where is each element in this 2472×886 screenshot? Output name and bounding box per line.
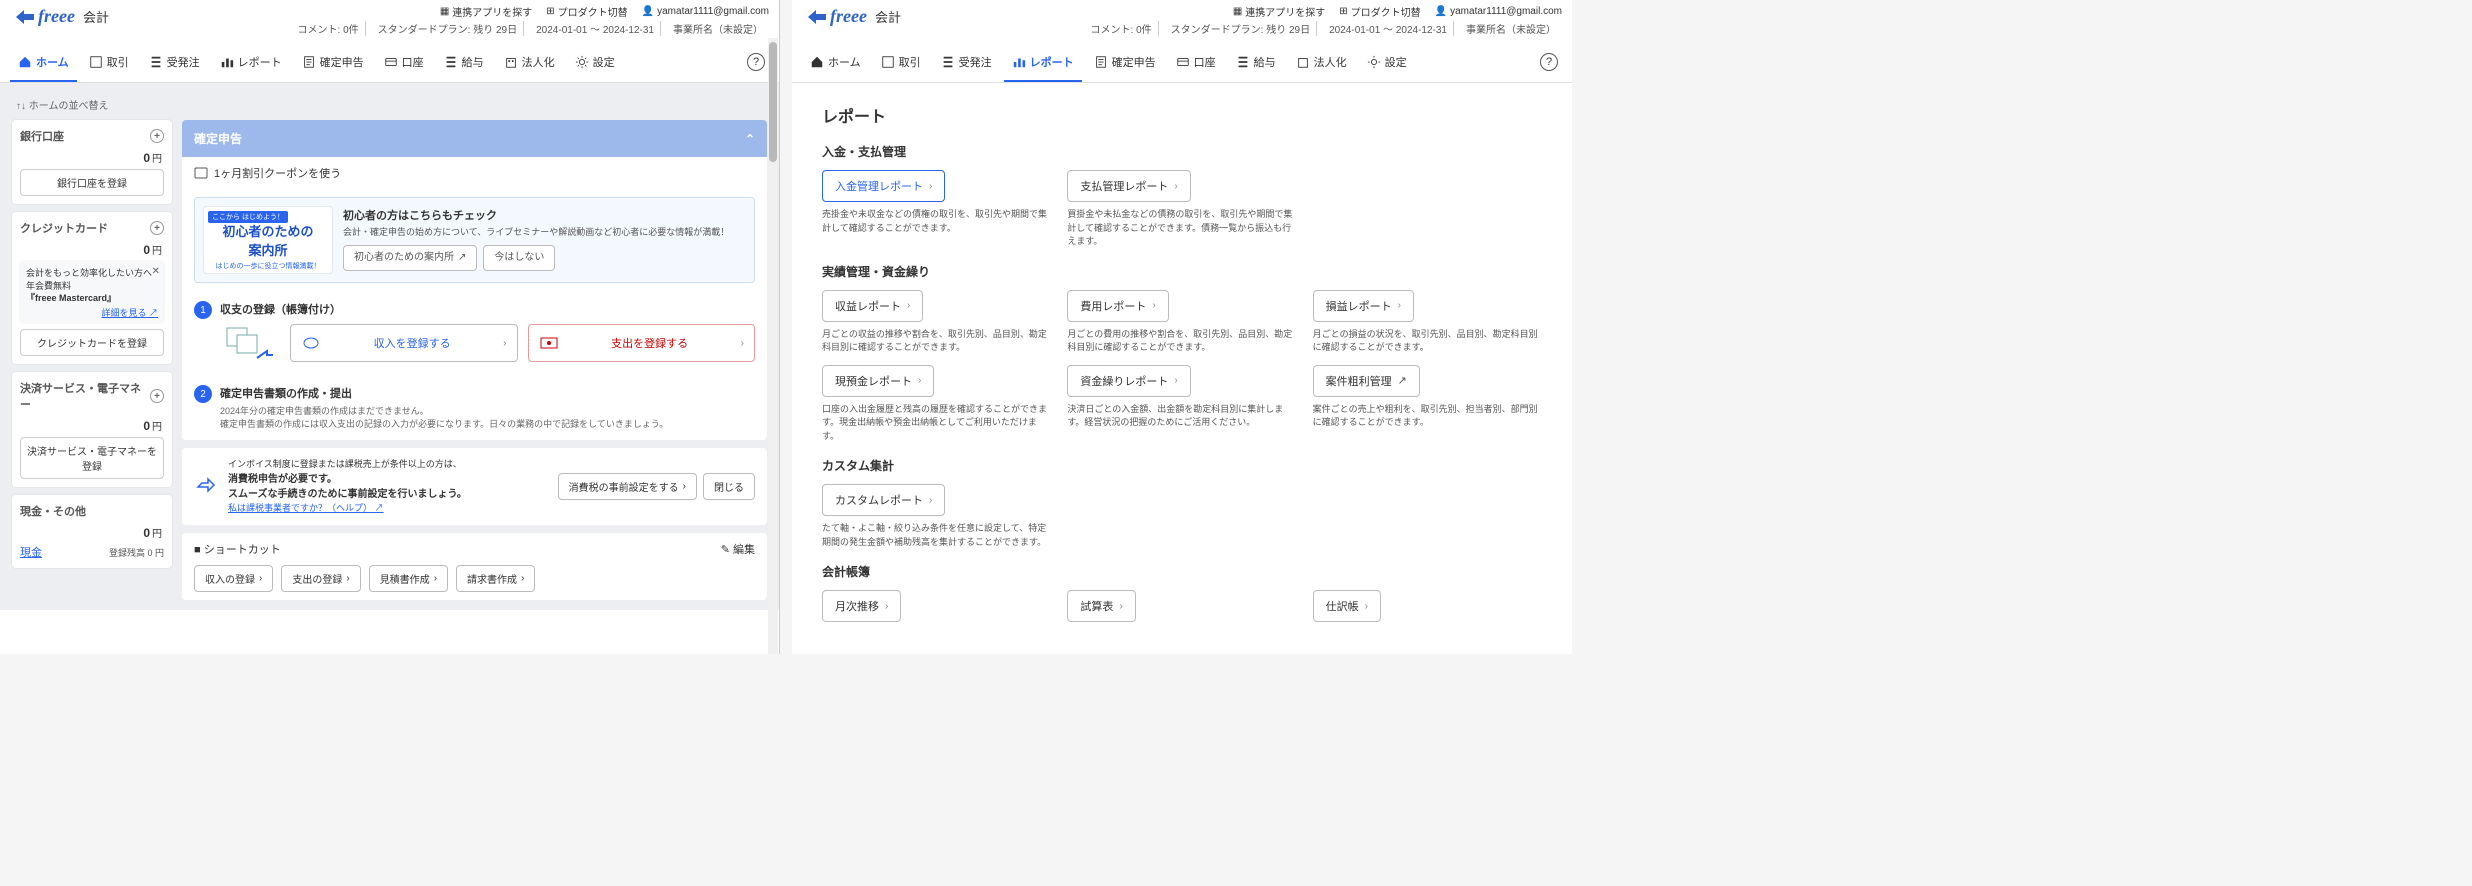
page-title: レポート (822, 103, 1542, 127)
ps-title: 決済サービス・電子マネー (20, 380, 150, 412)
section-performance: 実績管理・資金繰り (822, 263, 1542, 280)
nav-settings[interactable]: 設定 (1359, 48, 1415, 82)
nav-juhacchu[interactable]: 受発注 (933, 48, 1000, 82)
ticket-icon (194, 167, 208, 179)
nav-home[interactable]: ホーム (802, 48, 869, 82)
project-profit-button[interactable]: 案件粗利管理↗ (1313, 365, 1420, 397)
section-ledger: 会計帳簿 (822, 563, 1542, 580)
shortcut-title: ■ ショートカット (194, 541, 281, 557)
cc-promo: ✕ 会計をもっと効率化したい方へ 年会費無料 『freee Mastercard… (20, 261, 164, 323)
invoice-close-button[interactable]: 閉じる (703, 473, 755, 500)
beginner-guide: ここから はじめよう！ 初心者のための 案内所 はじめの一歩に役立つ情報満載！ … (194, 197, 755, 283)
nav-kyuyo[interactable]: 給与 (1228, 48, 1284, 82)
apps-link[interactable]: ▦ 連携アプリを探す (440, 4, 532, 19)
shortcut-panel: ■ ショートカット ✎ 編集 収入の登録 › 支出の登録 › 見積書作成 › 請… (182, 533, 767, 600)
kakutei-header[interactable]: 確定申告 ⌃ (182, 120, 767, 157)
cash-widget: 現金・その他 0円 現金 登録残高 0 円 (12, 495, 172, 568)
register-expense-button[interactable]: 支出を登録する› (528, 324, 756, 362)
user-menu[interactable]: 👤 yamatar1111@gmail.com (642, 4, 769, 19)
invoice-help-link[interactable]: 私は課税事業者ですか？（ヘルプ） ↗ (228, 503, 384, 513)
main-nav: ホーム 取引 受発注 レポート 確定申告 口座 給与 法人化 設定 ? (792, 40, 1572, 83)
step-2: 2 確定申告書類の作成・提出 2024年分の確定申告書類の作成はまだできません。… (182, 375, 767, 440)
user-menu[interactable]: 👤 yamatar1111@gmail.com (1435, 4, 1562, 19)
brand-logo[interactable]: freee会計 (806, 6, 901, 27)
help-icon[interactable]: ? (1540, 53, 1558, 71)
nav-settings[interactable]: 設定 (567, 48, 623, 82)
outgoing-report-button[interactable]: 支払管理レポート› (1067, 170, 1190, 202)
nav-kakutei[interactable]: 確定申告 (1086, 48, 1164, 82)
invoice-panel: インボイス制度に登録または課税売上が条件以上の方は、 消費税申告が必要です。 ス… (182, 448, 767, 525)
scrollbar[interactable] (768, 38, 778, 654)
rearrange-link[interactable]: ↑↓ ホームの並べ替え (12, 93, 767, 120)
monthly-trend-button[interactable]: 月次推移› (822, 590, 901, 622)
bank-widget: 銀行口座+ 0円 銀行口座を登録 (12, 120, 172, 204)
nav-report[interactable]: レポート (212, 48, 290, 82)
register-cc-button[interactable]: クレジットカードを登録 (20, 329, 164, 356)
guide-open-button[interactable]: 初心者のための案内所 ↗ (343, 245, 477, 271)
sc-income[interactable]: 収入の登録 › (194, 565, 273, 592)
nav-torihiki[interactable]: 取引 (873, 48, 929, 82)
guide-dismiss-button[interactable]: 今はしない (483, 245, 555, 271)
section-payment: 入金・支払管理 (822, 143, 1542, 160)
status-bar: コメント: 0件 スタンダードプラン: 残り 29日 2024-01-01 ～ … (0, 21, 779, 40)
nav-houjin[interactable]: 法人化 (1288, 48, 1355, 82)
hand-icon (194, 473, 218, 500)
sc-invoice[interactable]: 請求書作成 › (456, 565, 535, 592)
status-bar: コメント: 0件 スタンダードプラン: 残り 29日 2024-01-01 ～ … (792, 21, 1572, 40)
guide-image: ここから はじめよう！ 初心者のための 案内所 はじめの一歩に役立つ情報満載！ (203, 206, 333, 274)
register-income-button[interactable]: 収入を登録する› (290, 324, 518, 362)
product-switch[interactable]: ⊞ プロダクト切替 (546, 4, 627, 19)
nav-torihiki[interactable]: 取引 (81, 48, 137, 82)
promo-detail-link[interactable]: 詳細を見る ↗ (26, 307, 158, 320)
register-ps-button[interactable]: 決済サービス・電子マネーを登録 (20, 437, 164, 479)
nav-kakutei[interactable]: 確定申告 (294, 48, 372, 82)
nav-kyuyo[interactable]: 給与 (436, 48, 492, 82)
main-nav: ホーム 取引 受発注 レポート 確定申告 口座 給与 法人化 設定 ? (0, 40, 779, 83)
add-cc-icon[interactable]: + (150, 221, 164, 235)
section-custom: カスタム集計 (822, 457, 1542, 474)
cash-link[interactable]: 現金 (20, 544, 42, 560)
shortcut-edit-button[interactable]: ✎ 編集 (721, 541, 755, 557)
cc-title: クレジットカード (20, 220, 108, 236)
cc-widget: クレジットカード+ 0円 ✕ 会計をもっと効率化したい方へ 年会費無料 『fre… (12, 212, 172, 364)
cash-title: 現金・その他 (20, 503, 86, 519)
nav-juhacchu[interactable]: 受発注 (141, 48, 208, 82)
brand-logo[interactable]: freee会計 (14, 6, 109, 27)
revenue-report-button[interactable]: 収益レポート› (822, 290, 923, 322)
journal-button[interactable]: 仕訳帳› (1313, 590, 1381, 622)
pl-report-button[interactable]: 損益レポート› (1313, 290, 1414, 322)
nav-koza[interactable]: 口座 (376, 48, 432, 82)
bank-title: 銀行口座 (20, 128, 64, 144)
step-1: 1 収支の登録（帳簿付け） 収入を登録する› (182, 291, 767, 375)
add-bank-icon[interactable]: + (150, 129, 164, 143)
chevron-up-icon: ⌃ (745, 132, 755, 146)
coupon-row[interactable]: 1ヶ月割引クーポンを使う (182, 157, 767, 189)
add-ps-icon[interactable]: + (150, 389, 164, 403)
sc-estimate[interactable]: 見積書作成 › (369, 565, 448, 592)
sc-expense[interactable]: 支出の登録 › (281, 565, 360, 592)
kakutei-panel: 確定申告 ⌃ 1ヶ月割引クーポンを使う ここから はじめよう！ 初心者のための … (182, 120, 767, 440)
apps-link[interactable]: ▦ 連携アプリを探す (1233, 4, 1325, 19)
product-switch[interactable]: ⊞ プロダクト切替 (1339, 4, 1420, 19)
nav-koza[interactable]: 口座 (1168, 48, 1224, 82)
nav-report[interactable]: レポート (1004, 48, 1082, 82)
cash-report-button[interactable]: 現預金レポート› (822, 365, 934, 397)
calendar-icon (220, 321, 280, 365)
external-link-icon: ↗ (1398, 374, 1407, 387)
nav-houjin[interactable]: 法人化 (496, 48, 563, 82)
piggy-icon (301, 336, 321, 350)
nav-home[interactable]: ホーム (10, 48, 77, 82)
close-promo-icon[interactable]: ✕ (152, 265, 160, 279)
cashflow-report-button[interactable]: 資金繰りレポート› (1067, 365, 1190, 397)
trial-balance-button[interactable]: 試算表› (1067, 590, 1135, 622)
custom-report-button[interactable]: カスタムレポート› (822, 484, 945, 516)
money-icon (539, 336, 559, 350)
help-icon[interactable]: ? (747, 53, 765, 71)
register-bank-button[interactable]: 銀行口座を登録 (20, 169, 164, 196)
incoming-report-button[interactable]: 入金管理レポート› (822, 170, 945, 202)
ps-widget: 決済サービス・電子マネー+ 0円 決済サービス・電子マネーを登録 (12, 372, 172, 487)
tax-presetting-button[interactable]: 消費税の事前設定をする › (558, 473, 697, 500)
cost-report-button[interactable]: 費用レポート› (1067, 290, 1168, 322)
